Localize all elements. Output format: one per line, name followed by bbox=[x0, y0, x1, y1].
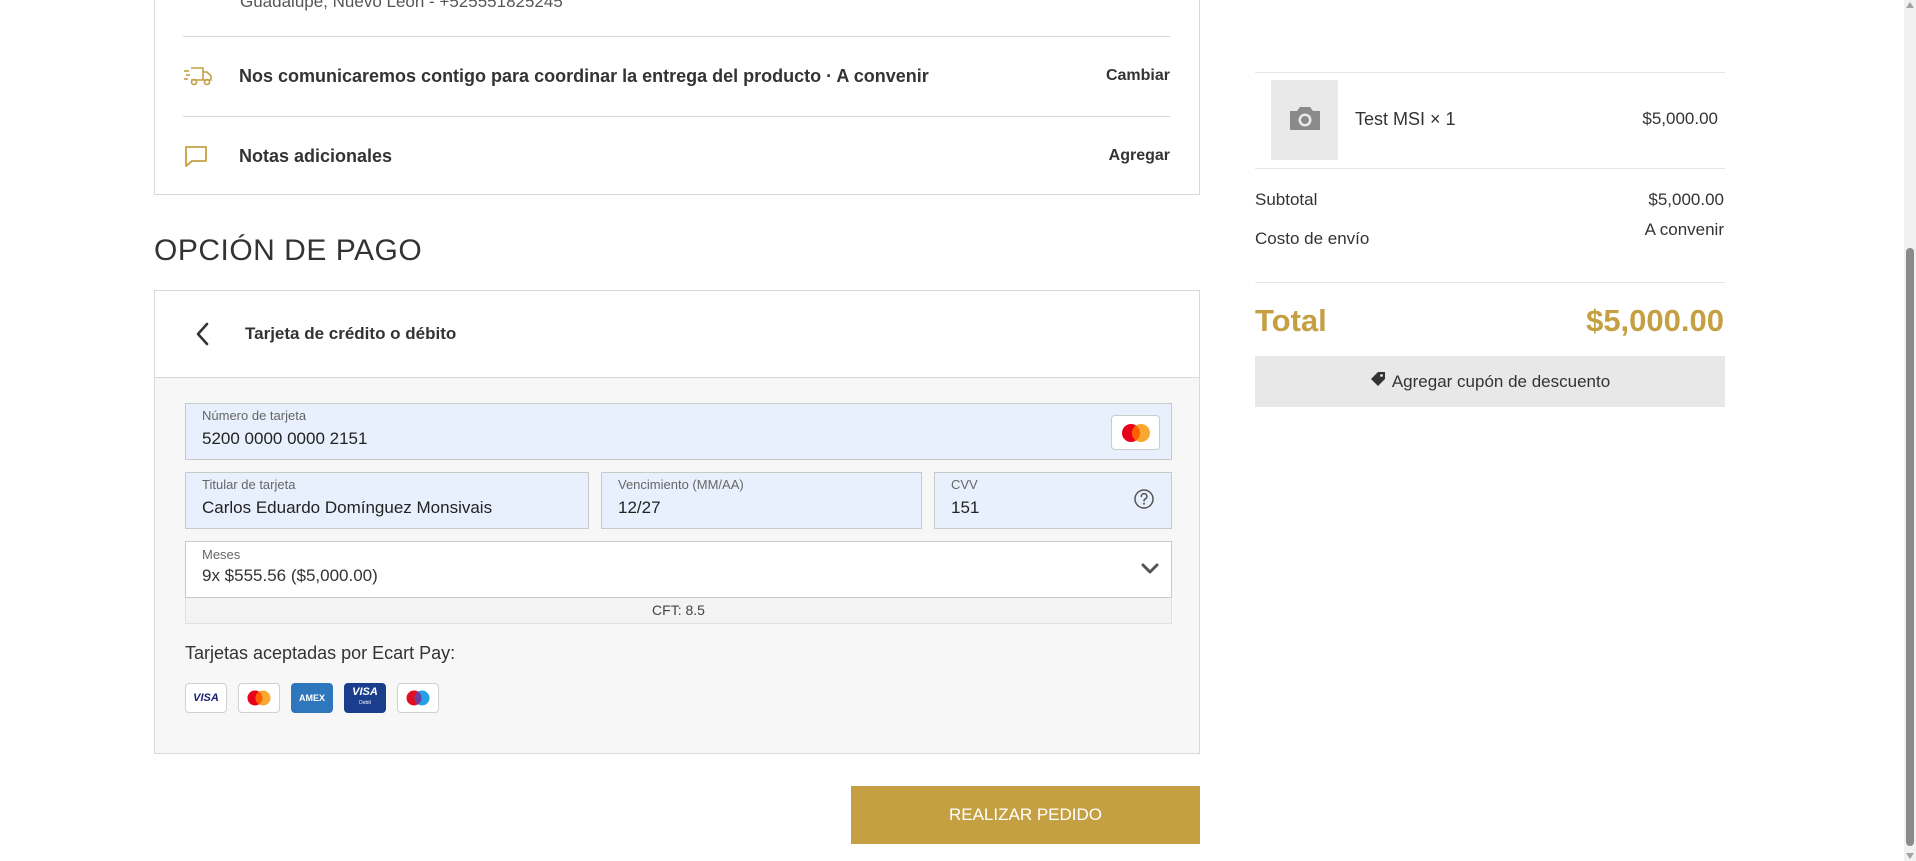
cft-info: CFT: 8.5 bbox=[185, 598, 1172, 624]
visa-icon: VISA bbox=[185, 683, 227, 713]
expiry-field[interactable]: Vencimiento (MM/AA) 12/27 bbox=[601, 472, 922, 529]
page-scrollbar[interactable] bbox=[1904, 0, 1916, 861]
total-value: $5,000.00 bbox=[1586, 303, 1724, 338]
installments-value: 9x $555.56 ($5,000.00) bbox=[202, 566, 378, 585]
card-number-field[interactable]: Número de tarjeta 5200 0000 0000 2151 bbox=[185, 403, 1172, 460]
scroll-up-arrow-icon[interactable] bbox=[1906, 2, 1914, 8]
visa-debit-subtext: Debit bbox=[359, 700, 371, 706]
visa-debit-text: VISA bbox=[352, 686, 378, 698]
scroll-down-arrow-icon[interactable] bbox=[1906, 853, 1914, 859]
amex-icon: AMEX bbox=[291, 683, 333, 713]
scrollbar-thumb[interactable] bbox=[1906, 248, 1914, 846]
mastercard-icon bbox=[1111, 415, 1160, 450]
mastercard-icon bbox=[238, 683, 280, 713]
shipping-cost-label: Costo de envío bbox=[1255, 229, 1370, 248]
subtotal-value: $5,000.00 bbox=[1648, 190, 1724, 209]
product-price: $5,000.00 bbox=[1642, 109, 1718, 128]
shipping-cost-value: A convenir bbox=[1644, 220, 1724, 239]
accepted-cards-label: Tarjetas aceptadas por Ecart Pay: bbox=[185, 643, 456, 663]
card-holder-label: Titular de tarjeta bbox=[202, 477, 296, 492]
tag-icon bbox=[1370, 371, 1386, 392]
expiry-input[interactable]: 12/27 bbox=[618, 498, 661, 518]
notes-row: Notas adicionales Agregar bbox=[183, 116, 1170, 195]
payment-box: Tarjeta de crédito o débito Número de ta… bbox=[154, 290, 1200, 754]
payment-method-header: Tarjeta de crédito o débito bbox=[155, 291, 1199, 378]
visa-debit-icon: VISA Debit bbox=[344, 683, 386, 713]
total-label: Total bbox=[1255, 303, 1327, 338]
payment-section-title: OPCIÓN DE PAGO bbox=[154, 234, 423, 267]
chat-bubble-icon bbox=[183, 144, 239, 168]
question-help-icon[interactable] bbox=[1133, 488, 1155, 515]
accepted-cards-list: VISA AMEX VISA Debit bbox=[185, 683, 439, 713]
add-coupon-button[interactable]: Agregar cupón de descuento bbox=[1255, 356, 1725, 407]
delivery-text: Nos comunicaremos contigo para coordinar… bbox=[239, 65, 929, 86]
shipping-address: Guadalupe, Nuevo León - +525551825245 bbox=[240, 0, 563, 11]
card-holder-field[interactable]: Titular de tarjeta Carlos Eduardo Domíng… bbox=[185, 472, 589, 529]
add-notes-button[interactable]: Agregar bbox=[1109, 147, 1170, 165]
card-number-input[interactable]: 5200 0000 0000 2151 bbox=[202, 429, 367, 449]
card-holder-input[interactable]: Carlos Eduardo Domínguez Monsivais bbox=[202, 498, 492, 518]
add-coupon-label: Agregar cupón de descuento bbox=[1391, 371, 1611, 391]
maestro-icon bbox=[397, 683, 439, 713]
installments-select[interactable]: Meses 9x $555.56 ($5,000.00) bbox=[185, 541, 1172, 598]
payment-method-title: Tarjeta de crédito o débito bbox=[245, 324, 457, 343]
cvv-field[interactable]: CVV 151 bbox=[934, 472, 1172, 529]
cvv-label: CVV bbox=[951, 477, 978, 492]
camera-icon bbox=[1286, 103, 1324, 138]
subtotal-label: Subtotal bbox=[1255, 190, 1318, 209]
summary-divider bbox=[1255, 168, 1725, 169]
checkout-page: Guadalupe, Nuevo León - +525551825245 No… bbox=[0, 0, 1916, 861]
product-thumbnail bbox=[1271, 80, 1338, 160]
expiry-label: Vencimiento (MM/AA) bbox=[618, 477, 744, 492]
chevron-down-icon bbox=[1141, 562, 1159, 580]
cvv-input[interactable]: 151 bbox=[951, 498, 979, 518]
place-order-button[interactable]: REALIZAR PEDIDO bbox=[851, 786, 1200, 844]
summary-divider bbox=[1255, 282, 1725, 283]
installments-label: Meses bbox=[202, 547, 241, 562]
notes-text: Notas adicionales bbox=[239, 145, 393, 166]
change-delivery-button[interactable]: Cambiar bbox=[1106, 67, 1170, 85]
product-name: Test MSI × 1 bbox=[1355, 109, 1456, 129]
back-arrow-icon[interactable] bbox=[193, 322, 217, 346]
card-number-label: Número de tarjeta bbox=[202, 408, 307, 423]
delivery-row: Nos comunicaremos contigo para coordinar… bbox=[183, 36, 1170, 115]
summary-divider bbox=[1255, 72, 1725, 73]
delivery-truck-icon bbox=[183, 65, 239, 87]
